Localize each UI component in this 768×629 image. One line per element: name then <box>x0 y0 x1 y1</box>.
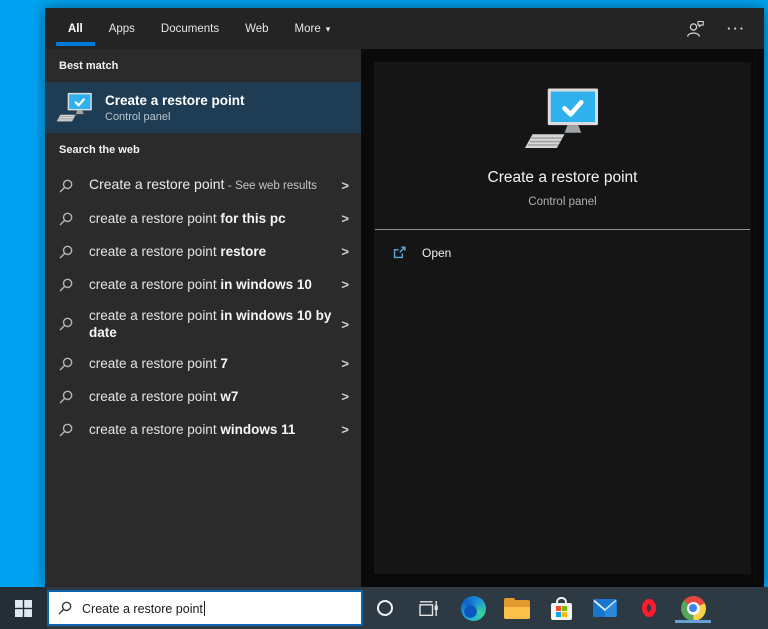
web-suggestion-row[interactable]: create a restore point w7 > <box>45 380 361 413</box>
search-icon <box>59 357 73 371</box>
tab-documents[interactable]: Documents <box>161 19 219 39</box>
edge-button[interactable] <box>451 587 495 629</box>
open-action[interactable]: Open <box>374 230 751 275</box>
chrome-icon <box>681 596 706 621</box>
preview-title: Create a restore point <box>488 169 638 187</box>
chevron-right-icon: > <box>341 422 349 437</box>
search-input-value: Create a restore point <box>82 601 205 616</box>
open-label: Open <box>422 246 451 260</box>
cortana-icon <box>377 600 393 616</box>
chevron-right-icon: > <box>341 211 349 226</box>
cortana-button[interactable] <box>363 587 407 629</box>
taskbar-icons <box>363 587 715 629</box>
search-icon <box>58 601 72 615</box>
file-explorer-button[interactable] <box>495 587 539 629</box>
edge-icon <box>461 596 486 621</box>
web-suggestion-row[interactable]: create a restore point restore > <box>45 235 361 268</box>
search-header: All Apps Documents Web More▾ ··· <box>45 8 764 49</box>
chevron-right-icon: > <box>341 178 349 193</box>
text-cursor <box>204 601 205 616</box>
search-icon <box>59 179 73 193</box>
mail-icon <box>593 599 617 617</box>
web-suggestion-row[interactable]: create a restore point windows 11 > <box>45 413 361 446</box>
opera-icon <box>642 599 656 617</box>
best-match-result[interactable]: Create a restore point Control panel <box>45 82 361 133</box>
search-icon <box>59 390 73 404</box>
taskbar: Create a restore point <box>0 587 768 629</box>
search-icon <box>59 212 73 226</box>
search-icon <box>59 423 73 437</box>
web-suggestions-list: Create a restore point - See web results… <box>45 169 361 446</box>
search-icon <box>59 278 73 292</box>
chevron-right-icon: > <box>341 244 349 259</box>
results-panel: Best match Create a restore point Contro… <box>45 49 361 587</box>
tab-more[interactable]: More▾ <box>295 19 331 39</box>
task-view-button[interactable] <box>407 587 451 629</box>
windows-logo-icon <box>15 600 32 617</box>
mail-button[interactable] <box>583 587 627 629</box>
user-account-icon[interactable] <box>686 20 705 38</box>
chrome-button[interactable] <box>671 587 715 629</box>
tab-apps[interactable]: Apps <box>109 19 135 39</box>
more-options-icon[interactable]: ··· <box>727 25 746 33</box>
web-suggestion-row[interactable]: create a restore point in windows 10 by … <box>45 301 361 347</box>
search-filter-tabs: All Apps Documents Web More▾ <box>68 19 330 39</box>
web-suggestion-row[interactable]: create a restore point for this pc > <box>45 202 361 235</box>
restore-point-icon <box>56 92 94 123</box>
active-app-indicator <box>675 620 711 623</box>
preview-panel: Create a restore point Control panel Ope… <box>361 49 764 587</box>
tab-web[interactable]: Web <box>245 19 268 39</box>
search-flyout-window: All Apps Documents Web More▾ ··· Best ma… <box>45 8 764 587</box>
preview-card: Create a restore point Control panel Ope… <box>374 62 751 574</box>
chevron-right-icon: > <box>341 317 349 332</box>
best-match-subtitle: Control panel <box>105 111 245 123</box>
start-button[interactable] <box>0 587 47 629</box>
web-suggestion-row[interactable]: create a restore point in windows 10 > <box>45 268 361 301</box>
chevron-down-icon: ▾ <box>326 24 331 34</box>
search-icon <box>59 245 73 259</box>
chevron-right-icon: > <box>341 389 349 404</box>
microsoft-store-button[interactable] <box>539 587 583 629</box>
opera-button[interactable] <box>627 587 671 629</box>
taskbar-search-input[interactable]: Create a restore point <box>47 590 363 626</box>
file-explorer-icon <box>504 598 530 619</box>
chevron-right-icon: > <box>341 277 349 292</box>
restore-point-icon-large <box>523 87 603 151</box>
web-suggestion-row[interactable]: Create a restore point - See web results… <box>45 169 361 202</box>
open-external-icon <box>392 245 407 260</box>
chevron-right-icon: > <box>341 356 349 371</box>
microsoft-store-icon <box>550 596 572 620</box>
search-icon <box>59 317 73 331</box>
preview-subtitle: Control panel <box>528 196 596 208</box>
task-view-icon <box>419 600 439 617</box>
tab-all[interactable]: All <box>68 19 83 39</box>
best-match-header: Best match <box>45 49 361 82</box>
search-the-web-header: Search the web <box>45 133 361 166</box>
best-match-title: Create a restore point <box>105 93 245 108</box>
web-suggestion-row[interactable]: create a restore point 7 > <box>45 347 361 380</box>
